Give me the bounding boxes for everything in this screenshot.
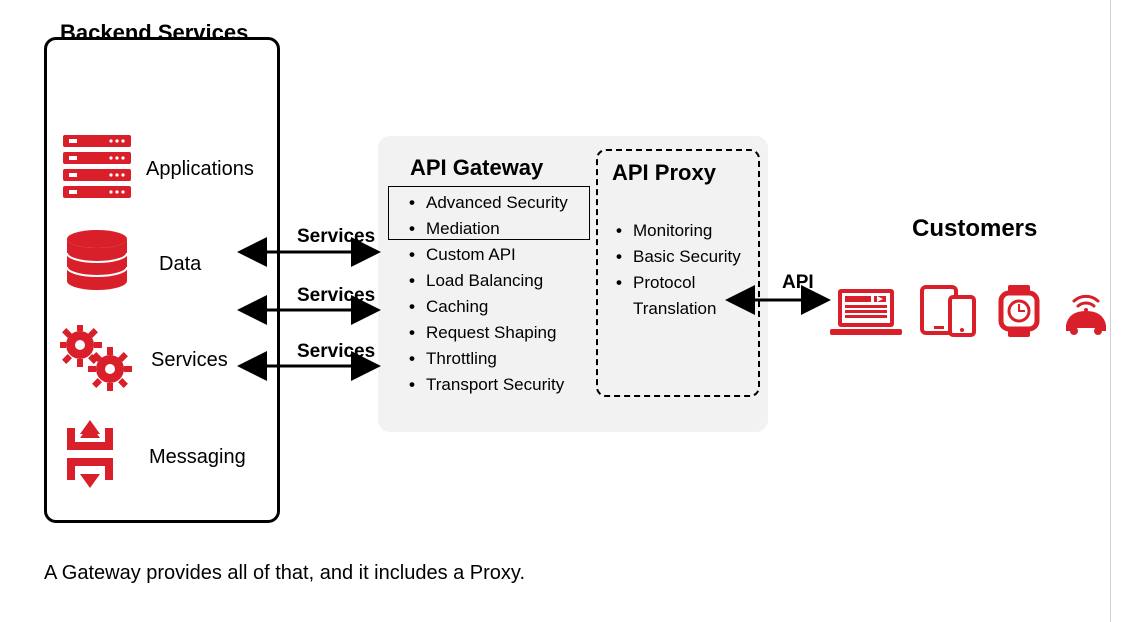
proxy-list: •Monitoring •Basic Security •Protocol Tr… — [605, 218, 743, 322]
backend-item-label: Applications — [146, 158, 254, 181]
backend-item-data: Data — [63, 229, 201, 300]
list-item: •Custom API — [398, 242, 568, 268]
api-proxy-title: API Proxy — [612, 160, 716, 186]
backend-item-messaging: Messaging — [63, 420, 246, 495]
list-item: •Transport Security — [398, 372, 568, 398]
api-label: API — [782, 272, 814, 294]
backend-item-applications: Applications — [63, 135, 254, 204]
services-label-2: Services — [297, 285, 375, 307]
messaging-arrows-icon — [63, 420, 127, 495]
list-item: •Monitoring — [605, 218, 743, 244]
services-label-1: Services — [297, 226, 375, 248]
backend-item-label: Data — [159, 253, 201, 276]
list-item: •Load Balancing — [398, 268, 568, 294]
database-icon — [63, 229, 131, 300]
diagram: Backend Services Applications — [0, 0, 1121, 622]
services-label-3: Services — [297, 341, 375, 363]
backend-item-label: Messaging — [149, 446, 246, 469]
customers-title: Customers — [912, 215, 1037, 243]
list-item: •Basic Security — [605, 244, 743, 270]
backend-item-label: Services — [151, 349, 228, 372]
caption: A Gateway provides all of that, and it i… — [44, 562, 525, 585]
list-item: •Request Shaping — [398, 320, 568, 346]
api-gateway-title: API Gateway — [410, 155, 543, 181]
backend-services-title: Backend Services — [60, 20, 248, 46]
list-item: •Throttling — [398, 346, 568, 372]
customers-icons — [830, 285, 1112, 342]
list-item: •Advanced Security — [398, 190, 568, 216]
list-item: •Caching — [398, 294, 568, 320]
list-item: •Protocol Translation — [605, 270, 743, 322]
server-stack-icon — [63, 135, 131, 204]
mobile-devices-icon — [920, 285, 978, 342]
connected-car-icon — [1060, 285, 1112, 342]
smartwatch-icon — [996, 285, 1042, 342]
gears-icon — [60, 325, 136, 396]
backend-item-services: Services — [60, 325, 228, 396]
laptop-icon — [830, 287, 902, 342]
list-item: •Mediation — [398, 216, 568, 242]
gateway-list: •Advanced Security •Mediation •Custom AP… — [398, 190, 568, 398]
